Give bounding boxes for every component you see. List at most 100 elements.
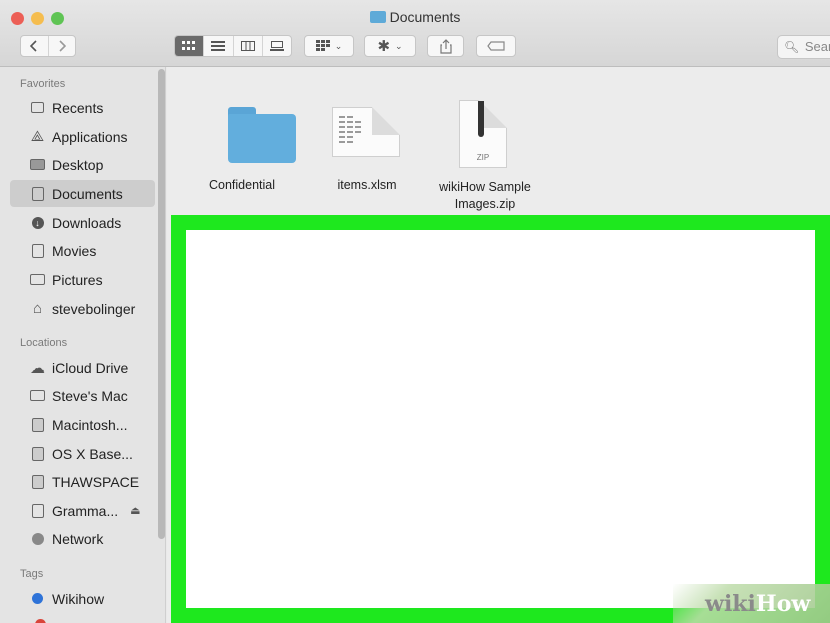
sidebar-item-label: Network — [52, 530, 104, 547]
group-grid-icon — [315, 40, 330, 51]
sidebar-item-icloud-drive[interactable]: ☁︎ iCloud Drive — [10, 354, 155, 381]
cloud-icon: ☁︎ — [30, 359, 45, 377]
tag-icon — [487, 41, 505, 51]
title-bar: Documents ⌄ ✱ ⌄ 🔍︎ Sear — [0, 0, 830, 67]
window-title-text: Documents — [389, 9, 461, 25]
icon-view-button[interactable] — [175, 36, 205, 56]
forward-button[interactable] — [49, 36, 76, 56]
sidebar-item-documents[interactable]: Documents — [10, 180, 155, 207]
sidebar-item-downloads[interactable]: ↓ Downloads — [10, 209, 155, 236]
sidebar-item-home[interactable]: ⌂ stevebolinger — [10, 295, 155, 322]
share-button[interactable] — [427, 35, 464, 57]
disk-icon — [30, 503, 45, 518]
chevron-down-icon: ⌄ — [395, 40, 403, 51]
sidebar-scrollbar[interactable] — [158, 69, 165, 539]
folder-icon — [228, 107, 296, 163]
zip-icon: ZIP — [459, 100, 507, 168]
sidebar-item-label: Recents — [52, 99, 104, 116]
file-name: items.xlsm — [337, 178, 397, 192]
window-title: Documents — [0, 9, 830, 25]
column-view-button[interactable] — [234, 36, 263, 56]
gallery-view-icon — [269, 41, 284, 51]
disk-icon — [30, 474, 45, 489]
sidebar-item-pictures[interactable]: Pictures — [10, 266, 155, 293]
icon-view-icon — [182, 41, 196, 50]
file-item-confidential[interactable]: Confidential — [187, 67, 297, 207]
search-placeholder: Sear — [804, 39, 830, 54]
sidebar-item-label: Pictures — [52, 271, 103, 288]
file-name: Confidential — [208, 178, 275, 192]
chevron-right-icon — [59, 40, 66, 52]
download-icon: ↓ — [30, 215, 45, 230]
sidebar-item-label: OS X Base... — [52, 445, 133, 462]
sidebar-item-label: Steve's Mac — [52, 387, 128, 404]
disk-icon — [30, 417, 45, 432]
sidebar-item-label: stevebolinger — [52, 300, 136, 317]
column-view-icon — [240, 41, 255, 51]
applications-icon: ⟁ — [30, 128, 45, 145]
globe-icon — [30, 531, 45, 546]
file-item-items-xlsm[interactable]: items.xlsm — [312, 67, 422, 207]
computer-icon — [30, 388, 45, 403]
sidebar-item-tag-wikihow[interactable]: Wikihow — [10, 585, 155, 612]
sidebar-item-label: Wikihow — [52, 590, 105, 607]
sidebar-item-network[interactable]: Network — [10, 525, 155, 552]
tags-header: Tags — [20, 568, 44, 580]
sidebar-item-label: Desktop — [52, 156, 104, 173]
search-field[interactable]: 🔍︎ Sear — [777, 35, 830, 59]
file-name-line-1: wikiHow Sample — [439, 180, 531, 194]
tag-button[interactable] — [476, 35, 516, 57]
camera-icon — [30, 272, 45, 287]
sidebar-item-recents[interactable]: Recents — [10, 94, 155, 121]
sidebar-item-applications[interactable]: ⟁ Applications — [10, 123, 155, 150]
highlighted-empty-area[interactable] — [171, 215, 830, 623]
sidebar-item-macintosh[interactable]: Macintosh... — [10, 411, 155, 438]
locations-header: Locations — [20, 337, 68, 349]
sidebar: Favorites Recents ⟁ Applications Desktop… — [0, 67, 166, 623]
file-browser-area: Confidential items.xlsm ZIP wikiHow Samp… — [167, 67, 830, 623]
film-icon — [30, 243, 45, 258]
action-button[interactable]: ✱ ⌄ — [364, 35, 416, 57]
back-forward-control — [20, 35, 76, 57]
sidebar-item-movies[interactable]: Movies — [10, 237, 155, 264]
documents-folder-icon — [369, 11, 386, 23]
sidebar-item-label: Gramma... — [52, 502, 119, 519]
watermark-part2: How — [755, 591, 811, 617]
clock-icon — [30, 100, 45, 115]
list-view-button[interactable] — [204, 36, 234, 56]
group-by-button[interactable]: ⌄ — [304, 35, 354, 57]
sidebar-item-steves-mac[interactable]: Steve's Mac — [10, 382, 155, 409]
desktop-icon — [30, 157, 45, 172]
sidebar-item-label: Downloads — [52, 214, 122, 231]
partial-tag-dot-icon — [35, 619, 46, 623]
spreadsheet-icon — [332, 107, 400, 157]
back-button[interactable] — [21, 36, 49, 56]
file-name-line-2: Images.zip — [454, 197, 516, 211]
sidebar-item-label: Applications — [52, 128, 128, 145]
view-mode-control — [174, 35, 292, 57]
file-item-wikihow-sample-zip[interactable]: ZIP wikiHow Sample Images.zip — [425, 67, 545, 213]
share-icon — [439, 38, 452, 54]
finder-window: Documents ⌄ ✱ ⌄ 🔍︎ Sear Favorites Recent… — [0, 0, 830, 623]
tag-color-dot-icon — [30, 591, 45, 606]
chevron-down-icon: ⌄ — [334, 40, 343, 51]
sidebar-item-label: Macintosh... — [52, 416, 128, 433]
sidebar-item-os-x-base[interactable]: OS X Base... — [10, 440, 155, 467]
gear-icon: ✱ — [377, 38, 391, 55]
sidebar-item-gramma[interactable]: Gramma... ⏏ — [10, 497, 155, 524]
favorites-header: Favorites — [20, 78, 66, 90]
sidebar-item-label: Documents — [52, 185, 123, 202]
sidebar-item-label: THAWSPACE — [52, 473, 140, 490]
list-view-icon — [211, 41, 226, 51]
sidebar-item-label: iCloud Drive — [52, 359, 129, 376]
eject-icon[interactable]: ⏏ — [130, 504, 140, 517]
home-icon: ⌂ — [32, 300, 43, 317]
gallery-view-button[interactable] — [263, 36, 291, 56]
chevron-left-icon — [30, 40, 37, 52]
sidebar-item-thawspace[interactable]: THAWSPACE — [10, 468, 155, 495]
search-icon: 🔍︎ — [784, 40, 800, 54]
document-icon — [30, 186, 45, 201]
disk-icon — [30, 446, 45, 461]
sidebar-item-label: Movies — [52, 242, 97, 259]
sidebar-item-desktop[interactable]: Desktop — [10, 151, 155, 178]
